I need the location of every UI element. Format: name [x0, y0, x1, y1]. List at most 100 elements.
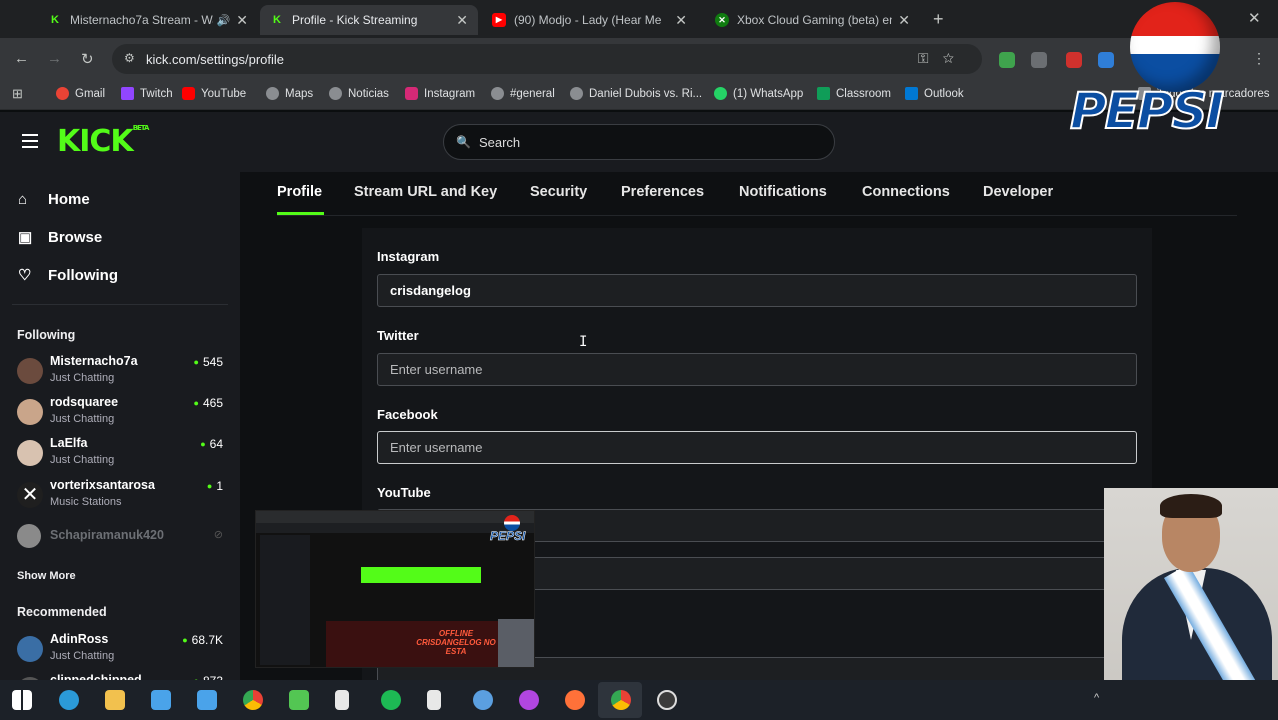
following-channel-offline[interactable]: Schapiramanuk420 ⊘	[17, 524, 227, 560]
recommended-heading: Recommended	[17, 605, 107, 619]
chrome-active-icon[interactable]	[611, 690, 631, 710]
speaker-icon: 🔊	[216, 14, 231, 27]
tab-notifications[interactable]: Notifications	[739, 184, 827, 200]
app-c-icon[interactable]	[519, 690, 539, 710]
mail-icon[interactable]	[151, 690, 171, 710]
tab-close-icon[interactable]: ✕	[898, 12, 910, 29]
tab-close-icon[interactable]: ✕	[456, 12, 468, 29]
pepsi-globe-icon	[1130, 2, 1220, 92]
facebook-field[interactable]	[377, 431, 1137, 464]
twitter-field[interactable]	[377, 353, 1137, 386]
extension-icon[interactable]	[1031, 52, 1047, 68]
bookmark-classroom[interactable]: Classroom	[817, 87, 891, 100]
store-icon[interactable]	[197, 690, 217, 710]
twitter-label: Twitter	[377, 328, 419, 343]
channel-category: Music Stations	[50, 496, 122, 508]
back-arrow-icon[interactable]: ←	[14, 50, 29, 67]
channel-name: Misternacho7a	[50, 354, 138, 368]
tab-close-icon[interactable]: ✕	[675, 12, 687, 29]
bookmark-label: YouTube	[201, 87, 247, 100]
following-channel[interactable]: LaElfa Just Chatting 64	[17, 436, 227, 472]
bookmark-label: Classroom	[836, 87, 891, 100]
browser-tab-active[interactable]: K Profile - Kick Streaming ✕	[260, 5, 478, 35]
kick-favicon-icon: K	[273, 14, 281, 26]
windows-start-icon[interactable]	[12, 690, 32, 710]
extension-icon[interactable]	[999, 52, 1015, 68]
tab-developer[interactable]: Developer	[983, 184, 1053, 200]
bookmark-label: Maps	[285, 87, 314, 100]
browser-tab[interactable]: K Misternacho7a Stream - Wa 🔊 ✕	[38, 5, 258, 35]
site-info-icon[interactable]: ⚙	[124, 51, 135, 65]
sidebar-item-label: Home	[48, 191, 90, 208]
recommended-channel[interactable]: clippedchipped 873	[17, 673, 227, 680]
forward-arrow-icon[interactable]: →	[47, 50, 62, 67]
tab-close-icon[interactable]: ✕	[236, 12, 248, 29]
document-icon[interactable]	[427, 690, 441, 710]
following-channel[interactable]: Misternacho7a Just Chatting 545	[17, 354, 227, 390]
hamburger-menu-icon[interactable]	[22, 134, 38, 148]
file-explorer-icon[interactable]	[105, 690, 125, 710]
sidebar-item-following[interactable]: ♡ Following	[18, 266, 118, 285]
viewer-count: 68.7K	[182, 633, 223, 647]
bookmark-label: Daniel Dubois vs. Ri...	[589, 87, 703, 100]
browser-tab[interactable]: ▶ (90) Modjo - Lady (Hear Me ✕	[482, 5, 697, 35]
bookmark-outlook[interactable]: Outlook	[905, 87, 964, 100]
viewer-count: 545	[194, 355, 223, 369]
bookmark-twitch[interactable]: Twitch	[121, 87, 173, 100]
gmail-icon	[56, 87, 69, 100]
browser-icon[interactable]	[473, 690, 493, 710]
tab-title: Misternacho7a Stream - Wa	[70, 13, 213, 27]
bookmark-youtube[interactable]: YouTube	[182, 87, 246, 100]
show-more-button[interactable]: Show More	[17, 570, 76, 582]
bookmark-gmail[interactable]: Gmail	[56, 87, 105, 100]
bookmark-noticias[interactable]: Noticias	[329, 87, 389, 100]
following-channel[interactable]: ✕ vorterixsantarosa Music Stations 1	[17, 478, 227, 514]
bookmark-maps[interactable]: Maps	[266, 87, 313, 100]
edge-icon[interactable]	[59, 690, 79, 710]
tab-connections[interactable]: Connections	[862, 184, 950, 200]
chrome-icon[interactable]	[243, 690, 263, 710]
youtube-label: YouTube	[377, 485, 431, 500]
search-input[interactable]: 🔍 Search	[443, 124, 835, 160]
new-tab-button[interactable]: +	[933, 9, 944, 30]
bookmark-daniel-dubois[interactable]: Daniel Dubois vs. Ri...	[570, 87, 702, 100]
channel-category: Just Chatting	[50, 650, 115, 662]
bookmark-whatsapp[interactable]: (1) WhatsApp	[714, 87, 803, 100]
instagram-field[interactable]	[377, 274, 1137, 307]
tab-security[interactable]: Security	[530, 184, 587, 200]
maps-icon	[266, 87, 279, 100]
spotify-icon[interactable]	[381, 690, 401, 710]
bookmark-instagram[interactable]: Instagram	[405, 87, 475, 100]
whatsapp-icon	[714, 87, 727, 100]
following-channel[interactable]: rodsquaree Just Chatting 465	[17, 395, 227, 431]
xbox-icon[interactable]	[289, 690, 309, 710]
address-bar[interactable]: ⚙ kick.com/settings/profile ⚿☆	[112, 44, 982, 74]
sidebar-item-label: Following	[48, 266, 118, 284]
globe-icon	[491, 87, 504, 100]
recommended-channel[interactable]: AdinRoss Just Chatting 68.7K	[17, 632, 227, 668]
sidebar-item-label: Browse	[48, 228, 103, 246]
reload-icon[interactable]: ↻	[81, 50, 94, 68]
obs-icon[interactable]	[657, 690, 677, 710]
apps-grid-icon[interactable]: ⊞	[12, 86, 23, 102]
kick-logo[interactable]: KICKBETA	[57, 124, 149, 159]
pepsi-text: PEPSI	[1069, 81, 1225, 141]
sidebar-item-browse[interactable]: ▣ Browse	[18, 228, 103, 247]
sidebar-item-home[interactable]: ⌂ Home	[18, 191, 90, 208]
tray-expand-icon[interactable]: ^	[1094, 692, 1099, 704]
channel-category: Just Chatting	[50, 372, 115, 384]
tab-stream-url-and-key[interactable]: Stream URL and Key	[354, 184, 497, 200]
file-icon[interactable]	[335, 690, 349, 710]
url-text: kick.com/settings/profile	[146, 51, 284, 67]
preview-pepsi-logo: PEPSI	[490, 515, 534, 545]
offline-banner-text: OFFLINE CRISDANGELOG NO ESTA	[416, 629, 496, 656]
bookmark-star-icon[interactable]: ⚿☆	[918, 50, 968, 67]
tab-profile[interactable]: Profile	[277, 184, 322, 200]
windows-taskbar: ^	[0, 680, 1278, 720]
tab-preferences[interactable]: Preferences	[621, 184, 704, 200]
kick-page: KICKBETA 🔍 Search ⌂ Home ▣ Browse ♡ Foll…	[0, 112, 1278, 680]
kick-favicon-icon: K	[51, 14, 59, 26]
bookmark-general[interactable]: #general	[491, 87, 555, 100]
firefox-icon[interactable]	[565, 690, 585, 710]
browser-tab[interactable]: ✕ Xbox Cloud Gaming (beta) en X ✕	[705, 5, 920, 35]
